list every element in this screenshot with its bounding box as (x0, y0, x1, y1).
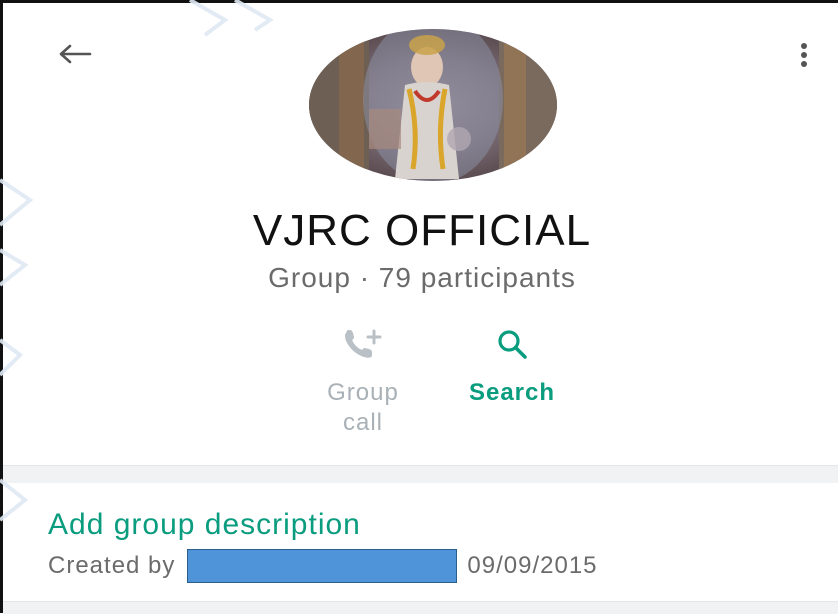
more-vertical-icon (801, 43, 807, 67)
add-call-icon (345, 329, 382, 358)
search-icon (498, 330, 527, 359)
bottom-divider (3, 601, 838, 614)
created-date: 09/09/2015 (467, 552, 598, 579)
description-section: Add group description Created by 09/09/2… (3, 483, 838, 601)
search-button[interactable]: Search (442, 326, 582, 408)
more-options-button[interactable] (789, 37, 819, 73)
group-call-label-line1: Group (327, 379, 399, 406)
group-call-label-line2: call (342, 409, 383, 436)
created-by-label: Created by (48, 552, 176, 579)
redacted-creator-name (187, 549, 458, 583)
arrow-left-icon (59, 44, 92, 64)
search-label: Search (468, 379, 556, 406)
group-info-header: VJRC OFFICIAL Group · 79 participants Gr… (3, 3, 838, 465)
back-button[interactable] (55, 39, 95, 69)
group-title: VJRC OFFICIAL (252, 206, 592, 255)
group-avatar[interactable] (309, 29, 557, 181)
add-group-description-link[interactable]: Add group description (48, 508, 361, 542)
group-subtitle: Group · 79 participants (268, 262, 576, 293)
created-by-row: Created by 09/09/2015 (48, 549, 598, 583)
group-call-button[interactable]: Group call (293, 326, 433, 438)
avatar-image (309, 29, 557, 181)
section-divider (3, 465, 838, 484)
